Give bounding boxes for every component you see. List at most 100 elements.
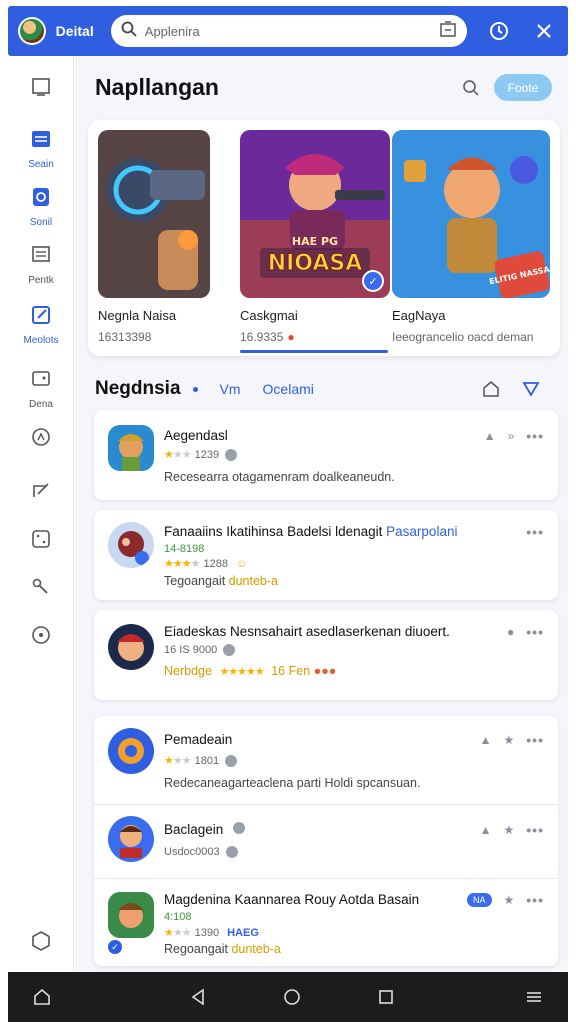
back-icon[interactable] [184,983,212,1011]
app-title-text: Fanaaiins Ikatihinsa Badelsi ldenagit [164,524,383,539]
profile-avatar[interactable] [18,17,46,45]
star-icon[interactable]: ★ [504,733,515,747]
recents-icon[interactable] [372,983,400,1011]
rail-label: Meolots [23,335,59,346]
featured-card[interactable]: HAE PG NIOASA ✓ Caskgmai 16.9335 ● [240,130,390,344]
rail-item-seain[interactable]: Seain [8,128,74,170]
featured-title: Caskgmai [240,308,298,323]
list-item[interactable]: Pemadeain ★★★ 1801 Redecaneagarteaclena … [94,716,558,804]
star-rating: ★★★★ [164,558,200,570]
app-card-group: Pemadeain ★★★ 1801 Redecaneagarteaclena … [94,716,558,966]
app-title: Fanaaiins Ikatihinsa Badelsi ldenagit Pa… [164,524,457,539]
app-rating: 16 IS 9000 [164,644,236,656]
app-icon [108,892,154,938]
tag-badge: NA [467,893,492,907]
search-icon[interactable] [459,76,483,100]
search-input[interactable]: Applenira [145,24,439,39]
list-item[interactable]: ✓ Magdenina Kaannarea Rouy Aotda Basain … [94,878,558,966]
app-rating: Usdoc0003 [164,846,238,858]
list-item[interactable]: Baclagein Usdoc0003 ▲ ★ ••• [94,804,558,878]
rating-code: 16 IS 9000 [164,644,218,656]
thumb-up-icon[interactable]: ▲ [480,823,492,837]
app-rating: ★★★ 1239 [164,448,238,461]
info-icon [233,822,246,834]
foote-button[interactable]: Foote [494,74,552,101]
more-icon[interactable]: ••• [526,524,544,540]
card-actions: ▲ ★ ••• [480,822,544,838]
monitor-icon [30,76,52,103]
rail-item-tools[interactable] [8,576,74,603]
more-icon[interactable]: ••• [526,428,544,444]
thumb-up-icon[interactable]: ▲ [480,733,492,747]
filter-tab-vm[interactable]: Vm [220,381,241,397]
bag-icon[interactable] [439,20,457,43]
rail-item-pentk[interactable]: Pentk [8,244,74,286]
app-title: Eiadeskas Nesnsahairt asedlaserkenan diu… [164,624,450,639]
star-icon[interactable]: ★ [504,893,515,907]
home-circle-icon[interactable] [278,983,306,1011]
share-icon [30,480,52,507]
menu-icon[interactable] [520,983,548,1011]
app-card[interactable]: Eiadeskas Nesnsahairt asedlaserkenan diu… [94,610,558,700]
emoji-icons: ●●● [313,664,337,678]
app-title: Pemadeain [164,732,233,747]
rail-item-settings[interactable] [8,624,74,651]
app-description: Recesearra otagamenram doalkeaneudn. [164,470,395,484]
game-artwork: ELITIG NASSA [392,130,550,298]
app-description: Nerbdge ★★★★★ 16 Fen ●●● [164,664,336,678]
app-card[interactable]: Aegendasl ★★★ 1239 Recesearra otagamenra… [94,410,558,500]
star-rating: ★★★ [164,755,192,767]
double-chevron-icon[interactable]: » [508,429,515,443]
featured-meta-value: 16.9335 [240,330,284,344]
home-icon[interactable] [28,983,56,1011]
main-content: Napllangan Foote Negnla Naisa 16313398 H… [75,56,568,972]
search-box[interactable]: Applenira [110,15,467,47]
filter-tab-ocelami[interactable]: Ocelami [263,381,314,397]
more-icon[interactable]: ••• [526,624,544,640]
more-icon[interactable]: ••• [526,822,544,838]
more-icon[interactable]: ••• [526,732,544,748]
app-card[interactable]: Fanaaiins Ikatihinsa Badelsi ldenagit Pa… [94,510,558,600]
wallet-icon [30,368,52,395]
more-icon[interactable]: ••• [526,892,544,908]
description-text: Nerbdge [164,664,212,678]
featured-card[interactable]: Negnla Naisa 16313398 [98,130,248,344]
star-icon[interactable]: ★ [504,823,515,837]
verified-icon: ✓ [362,270,384,292]
app-description: Redecaneagarteaclena parti Holdi spcansu… [164,776,421,790]
section-dot [192,386,198,392]
wrench-icon [30,576,52,603]
section-header: Negdnsia Vm Ocelami [95,374,555,404]
rail-item-dena[interactable]: Dena [8,368,74,410]
rail-item-sonil[interactable]: Sonil [8,186,74,228]
section-title: Negdnsia [95,378,181,399]
featured-card[interactable]: ELITIG NASSA EagNaya Ieeograncelio oacd … [392,130,550,344]
card-actions: NA ★ ••• [467,892,544,908]
rail-label: Dena [29,399,53,410]
rail-item-dice[interactable] [8,528,74,555]
card-actions: ▲ » ••• [484,428,544,444]
close-icon[interactable] [530,17,558,45]
app-title: Baclagein [164,822,246,837]
home-icon[interactable] [479,377,503,401]
rail-label: Sonil [29,217,53,228]
artwork-subtitle: HAE PG [292,235,338,248]
verified-icon: ✓ [108,940,122,954]
page-title: Napllangan [95,74,219,100]
rail-item-home[interactable] [8,76,74,103]
thumb-up-icon[interactable]: ▲ [484,429,496,443]
comment-icon[interactable]: ● [507,625,514,639]
settings-icon [30,624,52,651]
rail-item-meolots[interactable]: Meolots [8,304,74,346]
rating-code: 14-8198 [164,543,205,555]
description-accent: dunteb-a [231,942,281,956]
rail-item-clock[interactable] [8,426,74,453]
app-title: Aegendasl [164,428,228,443]
rail-item-bottom[interactable] [8,930,74,957]
featured-title: EagNaya [392,308,446,323]
history-icon[interactable] [485,17,513,45]
filter-icon[interactable] [519,377,543,401]
dice-icon [30,528,52,555]
rail-item-share[interactable] [8,480,74,507]
app-rating: ★★★ 1801 [164,754,238,767]
